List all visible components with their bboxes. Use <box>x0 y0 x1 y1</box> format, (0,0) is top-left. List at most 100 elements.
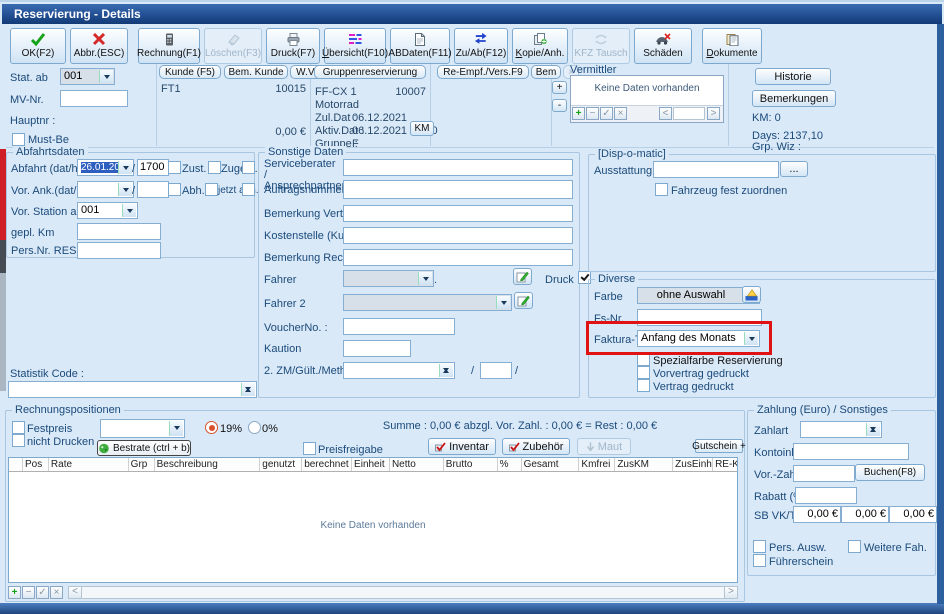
bem-button[interactable]: Bem <box>531 65 561 79</box>
scroll-left-button[interactable]: < <box>69 587 82 598</box>
fahrer-edit-button[interactable] <box>513 268 532 285</box>
vat-19-radio[interactable] <box>205 421 218 434</box>
serviceberater-input[interactable] <box>343 159 573 176</box>
sb-tk-input[interactable]: 0,00 € <box>841 506 889 523</box>
zahlart-spinner[interactable] <box>866 423 880 436</box>
vor-ank-date-select[interactable] <box>77 181 134 198</box>
fahrer2-edit-button[interactable] <box>514 292 533 309</box>
vermittler-page-input[interactable] <box>673 107 705 120</box>
voucher-input[interactable] <box>343 318 455 335</box>
gruppenreservierung-button[interactable]: Gruppenreservierung <box>314 65 426 79</box>
cancel-button[interactable]: Abbr.(ESC) <box>70 28 128 64</box>
nicht-drucken-checkbox[interactable] <box>12 434 25 447</box>
col-beschreibung[interactable]: Beschreibung <box>155 458 261 471</box>
window-titlebar[interactable]: Reservierung - Details <box>2 4 942 24</box>
col-rate[interactable]: Rate <box>49 458 129 471</box>
vermittler-delete-row-button[interactable]: − <box>586 107 599 120</box>
position-confirm-button[interactable]: ✓ <box>36 586 49 599</box>
pers-nr-input[interactable] <box>77 242 161 259</box>
vermittler-prev-button[interactable]: < <box>659 107 672 120</box>
bemerkungen-button[interactable]: Bemerkungen <box>752 90 836 107</box>
statistik-code-input[interactable] <box>8 381 257 398</box>
fuehrerschein-checkbox[interactable] <box>753 554 766 567</box>
zm-input[interactable] <box>343 362 455 379</box>
rabatt-input[interactable] <box>795 487 857 504</box>
gepl-km-input[interactable] <box>77 223 161 240</box>
sb-third-input[interactable]: 0,00 € <box>889 506 937 523</box>
stat-ab-select[interactable]: 001 <box>60 68 115 85</box>
vermittler-confirm-button[interactable]: ✓ <box>600 107 613 120</box>
faktura-tag-select[interactable]: Anfang des Monats <box>637 330 760 347</box>
horizontal-scrollbar[interactable]: < > <box>68 586 738 599</box>
zahlart-select[interactable] <box>800 421 882 438</box>
col-einheit[interactable]: Einheit <box>352 458 390 471</box>
col-netto[interactable]: Netto <box>390 458 444 471</box>
col-genutzt[interactable]: genutzt <box>260 458 302 471</box>
farbe-picker-button[interactable] <box>742 286 761 303</box>
vermittler-next-button[interactable]: > <box>707 107 720 120</box>
col-pos[interactable]: Pos <box>23 458 49 471</box>
festpreis-checkbox[interactable] <box>12 421 25 434</box>
kostenstelle-input[interactable] <box>343 227 573 244</box>
position-add-button[interactable]: + <box>8 586 21 599</box>
sb-vk-input[interactable]: 0,00 € <box>793 506 841 523</box>
abfahrt-checkbox[interactable] <box>168 161 181 174</box>
vor-ank-time-input[interactable] <box>137 181 169 198</box>
col-berechnet[interactable]: berechnet <box>302 458 352 471</box>
vertrag-checkbox[interactable] <box>637 379 650 392</box>
km-button[interactable]: KM <box>410 121 434 136</box>
zuab-button[interactable]: Zu/Ab(F12) <box>454 28 508 64</box>
print-button[interactable]: Druck(F7) <box>266 28 320 64</box>
position-cancel-button[interactable]: × <box>50 586 63 599</box>
kontoinh-input[interactable] <box>793 443 909 460</box>
col-grp[interactable]: Grp <box>129 458 155 471</box>
kaution-input[interactable] <box>343 340 411 357</box>
re-empf-button[interactable]: Re-Empf./Vers.F9 <box>437 65 529 79</box>
bem-vertrag-input[interactable] <box>343 205 573 222</box>
col-zuskm[interactable]: ZusKM <box>615 458 673 471</box>
col-brutto[interactable]: Brutto <box>444 458 498 471</box>
jetzt-abh-checkbox[interactable] <box>242 183 255 196</box>
zm-month-input[interactable] <box>480 362 512 379</box>
abdata-button[interactable]: ABDaten(F11) <box>390 28 450 64</box>
historie-button[interactable]: Historie <box>755 68 831 85</box>
kunde-button[interactable]: Kunde (F5) <box>159 65 221 79</box>
weitere-fah-checkbox[interactable] <box>848 540 861 553</box>
bem-kunde-button[interactable]: Bem. Kunde <box>224 65 288 79</box>
vermittler-cancel-button[interactable]: × <box>614 107 627 120</box>
abfahrt-date-select[interactable]: 26.01.2023 <box>77 159 134 176</box>
fahrer2-select[interactable] <box>343 294 512 311</box>
fahrzeug-fest-checkbox[interactable] <box>655 183 668 196</box>
fahrer-select[interactable] <box>343 270 434 287</box>
preisfreigabe-checkbox[interactable] <box>303 442 316 455</box>
buchen-button[interactable]: Buchen(F8) <box>855 464 925 481</box>
vermittler-add-button[interactable]: + <box>552 81 567 94</box>
col-selector[interactable] <box>9 458 23 471</box>
inventar-button[interactable]: Inventar <box>428 438 496 455</box>
zugest-checkbox[interactable] <box>242 161 255 174</box>
col-rek[interactable]: RE-K <box>713 458 737 471</box>
col-kmfrei[interactable]: Kmfrei <box>579 458 615 471</box>
ausstattung-more-button[interactable]: ... <box>780 161 808 177</box>
scroll-right-button[interactable]: > <box>724 587 737 598</box>
vor-zahl-input[interactable] <box>793 465 855 482</box>
mv-nr-input[interactable] <box>60 90 128 107</box>
col-gesamt[interactable]: Gesamt <box>522 458 580 471</box>
copy-attach-button[interactable]: Kopie/Anh. <box>512 28 568 64</box>
vor-ank-checkbox[interactable] <box>168 183 181 196</box>
overview-button[interactable]: Übersicht(F10) <box>324 28 386 64</box>
vor-station-select[interactable]: 001 <box>77 202 138 219</box>
bem-rechn-input[interactable] <box>343 249 573 266</box>
must-be-checkbox[interactable] <box>12 133 25 146</box>
ok-button[interactable]: OK(F2) <box>10 28 66 64</box>
vermittler-add-row-button[interactable]: + <box>572 107 585 120</box>
vorvertrag-checkbox[interactable] <box>637 366 650 379</box>
bestrate-button[interactable]: Bestrate (ctrl + b) <box>97 440 191 456</box>
vat-0-radio[interactable] <box>248 421 261 434</box>
auftragsnummer-input[interactable] <box>343 180 573 199</box>
abh-checkbox[interactable] <box>205 183 218 196</box>
zubehoer-button[interactable]: Zubehör <box>502 438 570 455</box>
documents-button[interactable]: Dokumente <box>702 28 762 64</box>
ausstattung-input[interactable] <box>653 161 779 178</box>
gutschein-button[interactable]: Gutschein + <box>695 439 743 453</box>
